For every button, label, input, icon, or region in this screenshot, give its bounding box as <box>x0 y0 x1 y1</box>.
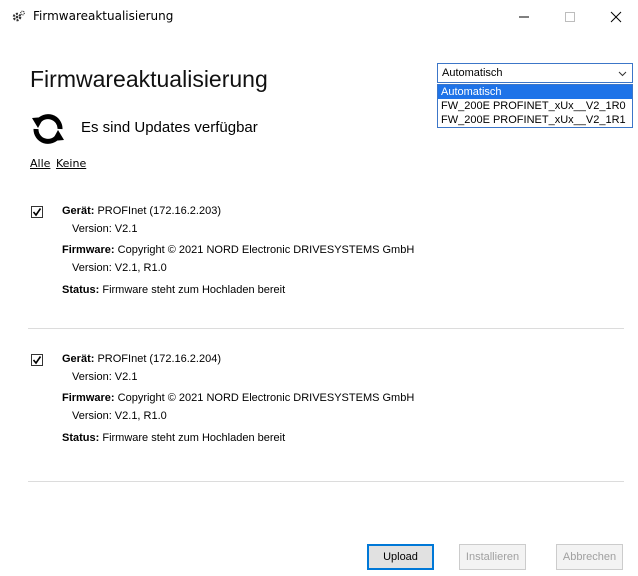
window-title: Firmwareaktualisierung <box>33 9 174 23</box>
update-status-text: Es sind Updates verfügbar <box>81 119 258 136</box>
select-none-link[interactable]: Keine <box>56 157 86 170</box>
firmware-option[interactable]: FW_200E PROFINET_xUx__V2_1R1 <box>438 113 632 127</box>
device-checkbox[interactable] <box>31 354 43 366</box>
device-label: Gerät: <box>62 353 95 365</box>
close-icon <box>610 11 622 23</box>
firmware-value: Copyright © 2021 NORD Electronic DRIVESY… <box>117 244 415 256</box>
firmware-version: Version: V2.1, R1.0 <box>72 410 167 422</box>
device-line: Gerät: PROFInet (172.16.2.203) <box>62 205 221 217</box>
status-value: Firmware steht zum Hochladen bereit <box>102 432 286 444</box>
status-label: Status: <box>62 432 100 444</box>
select-all-link[interactable]: Alle <box>30 157 50 170</box>
minimize-button[interactable] <box>501 0 547 34</box>
firmware-select-options: Automatisch FW_200E PROFINET_xUx__V2_1R0… <box>437 84 633 128</box>
minimize-icon <box>519 16 529 18</box>
status-label: Status: <box>62 284 100 296</box>
close-button[interactable] <box>593 0 638 34</box>
upload-button[interactable]: Upload <box>367 544 434 570</box>
maximize-icon <box>565 12 575 22</box>
divider <box>28 481 624 482</box>
device-entry: Gerät: PROFInet (172.16.2.203) Version: … <box>30 200 630 300</box>
checkmark-icon <box>32 356 42 365</box>
device-checkbox[interactable] <box>31 206 43 218</box>
firmware-line: Firmware: Copyright © 2021 NORD Electron… <box>62 392 414 404</box>
device-value: PROFInet (172.16.2.203) <box>97 205 221 217</box>
gear-cog-icon <box>10 9 26 25</box>
device-version: Version: V2.1 <box>72 223 138 235</box>
status-line: Status: Firmware steht zum Hochladen ber… <box>62 284 285 296</box>
firmware-value: Copyright © 2021 NORD Electronic DRIVESY… <box>117 392 415 404</box>
page-title: Firmwareaktualisierung <box>30 66 268 92</box>
device-label: Gerät: <box>62 205 95 217</box>
firmware-label: Firmware: <box>62 392 115 404</box>
firmware-option[interactable]: FW_200E PROFINET_xUx__V2_1R0 <box>438 99 632 113</box>
status-line: Status: Firmware steht zum Hochladen ber… <box>62 432 285 444</box>
firmware-select-value: Automatisch <box>442 67 503 79</box>
device-version: Version: V2.1 <box>72 371 138 383</box>
device-line: Gerät: PROFInet (172.16.2.204) <box>62 353 221 365</box>
device-value: PROFInet (172.16.2.204) <box>97 353 221 365</box>
firmware-label: Firmware: <box>62 244 115 256</box>
maximize-button[interactable] <box>547 0 593 34</box>
divider <box>28 328 624 329</box>
cancel-button[interactable]: Abbrechen <box>556 544 623 570</box>
status-value: Firmware steht zum Hochladen bereit <box>102 284 286 296</box>
firmware-select[interactable]: Automatisch <box>437 63 633 83</box>
title-bar: Firmwareaktualisierung <box>0 0 638 34</box>
firmware-line: Firmware: Copyright © 2021 NORD Electron… <box>62 244 414 256</box>
refresh-icon <box>28 109 68 149</box>
checkmark-icon <box>32 208 42 217</box>
install-button[interactable]: Installieren <box>459 544 526 570</box>
chevron-down-icon <box>618 71 627 77</box>
device-entry: Gerät: PROFInet (172.16.2.204) Version: … <box>30 348 630 448</box>
firmware-option[interactable]: Automatisch <box>438 85 632 99</box>
firmware-version: Version: V2.1, R1.0 <box>72 262 167 274</box>
